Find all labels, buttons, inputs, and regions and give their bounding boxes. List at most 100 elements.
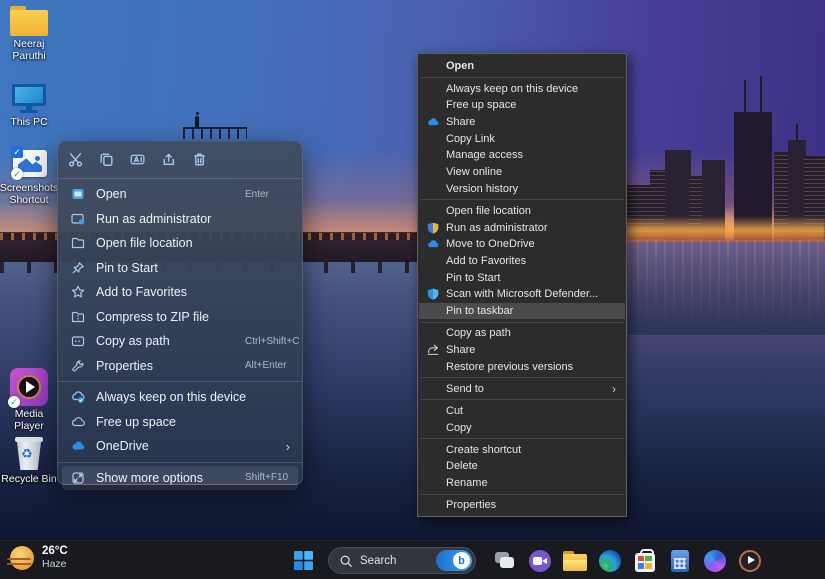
uac-shield-icon xyxy=(426,221,440,235)
wrench-icon xyxy=(70,358,86,374)
store-icon xyxy=(635,553,655,572)
menu-item-scan-with-defender[interactable]: Scan with Microsoft Defender... xyxy=(419,286,625,303)
menu-separator xyxy=(420,377,624,378)
wallpaper-city-lights xyxy=(612,216,825,242)
wallpaper-person-silhouette xyxy=(195,116,199,128)
menu-item-copy[interactable]: Copy xyxy=(419,419,625,436)
desktop-icon-user-folder[interactable]: Neeraj Paruthi xyxy=(0,6,58,62)
menu-item-manage-access[interactable]: Manage access xyxy=(419,147,625,164)
menu-item-version-history[interactable]: Version history xyxy=(419,180,625,197)
menu-item-create-shortcut[interactable]: Create shortcut xyxy=(419,441,625,458)
menu-item-share-onedrive[interactable]: Share xyxy=(419,114,625,131)
menu-item-copy-as-path[interactable]: Copy as path xyxy=(419,325,625,342)
haze-sun-icon xyxy=(10,546,34,570)
menu-item-label: Scan with Microsoft Defender... xyxy=(446,288,598,300)
menu-item-show-more-options[interactable]: Show more options Shift+F10 xyxy=(62,466,298,491)
desktop-icon-this-pc[interactable]: This PC xyxy=(0,82,58,129)
rename-icon[interactable] xyxy=(126,149,148,171)
menu-item-open[interactable]: Open xyxy=(419,58,625,75)
taskbar-weather-widget[interactable]: 26°C Haze xyxy=(10,545,68,571)
chevron-right-icon: › xyxy=(286,439,290,454)
search-box[interactable]: Search b xyxy=(328,547,476,574)
cloud-outline-icon xyxy=(70,414,86,430)
menu-item-open-file-location[interactable]: Open file location xyxy=(58,231,302,256)
share-icon[interactable] xyxy=(157,149,179,171)
media-player-icon xyxy=(739,550,761,572)
menu-item-compress-to-zip[interactable]: Compress to ZIP file xyxy=(58,305,302,330)
menu-item-label: Add to Favorites xyxy=(96,285,187,299)
desktop-icon-screenshots-shortcut[interactable]: ✓ ✓ Screenshots Shortcut xyxy=(0,146,58,206)
menu-item-label: Open file location xyxy=(446,205,531,217)
search-placeholder: Search xyxy=(360,555,429,567)
desktop-icon-recycle-bin[interactable]: ♻ Recycle Bin xyxy=(0,437,58,486)
menu-item-label: Properties xyxy=(446,499,496,511)
folder-icon xyxy=(10,6,48,36)
bing-letter: b xyxy=(453,552,470,569)
menu-item-run-as-administrator[interactable]: Run as administrator xyxy=(419,219,625,236)
zip-folder-icon xyxy=(70,309,86,325)
menu-item-add-to-favorites[interactable]: Add to Favorites xyxy=(419,253,625,270)
menu-item-pin-to-start[interactable]: Pin to Start xyxy=(58,256,302,281)
desktop-icon-media-player[interactable]: ✓ Media Player xyxy=(0,368,58,432)
menu-separator xyxy=(58,462,302,463)
start-button[interactable] xyxy=(290,548,316,574)
menu-item-label: Show more options xyxy=(96,471,203,485)
menu-item-view-online[interactable]: View online xyxy=(419,164,625,181)
menu-item-always-keep-on-device[interactable]: Always keep on this device xyxy=(419,80,625,97)
edge-icon xyxy=(599,550,621,572)
chat-button[interactable] xyxy=(527,548,552,573)
menu-item-free-up-space[interactable]: Free up space xyxy=(58,410,302,435)
recycle-bin-icon: ♻ xyxy=(13,437,45,471)
bing-icon[interactable]: b xyxy=(436,550,472,571)
menu-item-label: Free up space xyxy=(96,415,176,429)
menu-item-open-file-location[interactable]: Open file location xyxy=(419,203,625,220)
menu-item-add-to-favorites[interactable]: Add to Favorites xyxy=(58,280,302,305)
store-button[interactable] xyxy=(632,548,657,573)
task-view-icon xyxy=(492,548,517,573)
menu-item-send-to[interactable]: Send to › xyxy=(419,380,625,397)
menu-separator xyxy=(420,399,624,400)
menu-item-label: Send to xyxy=(446,383,484,395)
menu-item-delete[interactable]: Delete xyxy=(419,458,625,475)
delete-icon[interactable] xyxy=(188,149,210,171)
file-explorer-icon xyxy=(563,551,587,571)
cloud-check-icon xyxy=(70,389,86,405)
menu-item-label: Add to Favorites xyxy=(446,255,526,267)
task-view-button[interactable] xyxy=(492,548,517,573)
menu-item-free-up-space[interactable]: Free up space xyxy=(419,97,625,114)
menu-item-properties[interactable]: Properties xyxy=(419,497,625,514)
onedrive-synced-icon: ✓ xyxy=(11,168,23,180)
menu-item-move-to-onedrive[interactable]: Move to OneDrive xyxy=(419,236,625,253)
menu-item-properties[interactable]: Properties Alt+Enter xyxy=(58,354,302,379)
menu-item-label: OneDrive xyxy=(96,439,149,453)
menu-item-label: Always keep on this device xyxy=(96,390,246,404)
menu-item-restore-previous-versions[interactable]: Restore previous versions xyxy=(419,358,625,375)
menu-item-rename[interactable]: Rename xyxy=(419,475,625,492)
menu-item-label: Open file location xyxy=(96,236,193,250)
edge-button[interactable] xyxy=(597,548,622,573)
menu-item-label: Delete xyxy=(446,460,478,472)
menu-item-open[interactable]: Open Enter xyxy=(58,182,302,207)
menu-separator xyxy=(420,438,624,439)
menu-item-copy-link[interactable]: Copy Link xyxy=(419,130,625,147)
menu-item-always-keep-on-device[interactable]: Always keep on this device xyxy=(58,385,302,410)
media-player-button[interactable] xyxy=(737,548,762,573)
menu-item-label: Properties xyxy=(96,359,153,373)
menu-item-label: Rename xyxy=(446,477,488,489)
calculator-button[interactable] xyxy=(667,548,692,573)
menu-item-cut[interactable]: Cut xyxy=(419,403,625,420)
menu-item-label: Version history xyxy=(446,183,518,195)
menu-item-run-as-administrator[interactable]: Run as administrator xyxy=(58,207,302,232)
menu-item-copy-as-path[interactable]: Copy as path Ctrl+Shift+C xyxy=(58,329,302,354)
copy-icon[interactable] xyxy=(95,149,117,171)
menu-separator xyxy=(420,77,624,78)
menu-item-pin-to-taskbar[interactable]: Pin to taskbar xyxy=(419,303,625,320)
menu-item-pin-to-start[interactable]: Pin to Start xyxy=(419,269,625,286)
menu-item-onedrive[interactable]: OneDrive › xyxy=(58,434,302,459)
menu-separator xyxy=(58,381,302,382)
file-explorer-button[interactable] xyxy=(562,548,587,573)
menu-item-share[interactable]: Share xyxy=(419,342,625,359)
cut-icon[interactable] xyxy=(64,149,86,171)
menu-item-label: Free up space xyxy=(446,99,516,111)
copilot-button[interactable] xyxy=(702,548,727,573)
